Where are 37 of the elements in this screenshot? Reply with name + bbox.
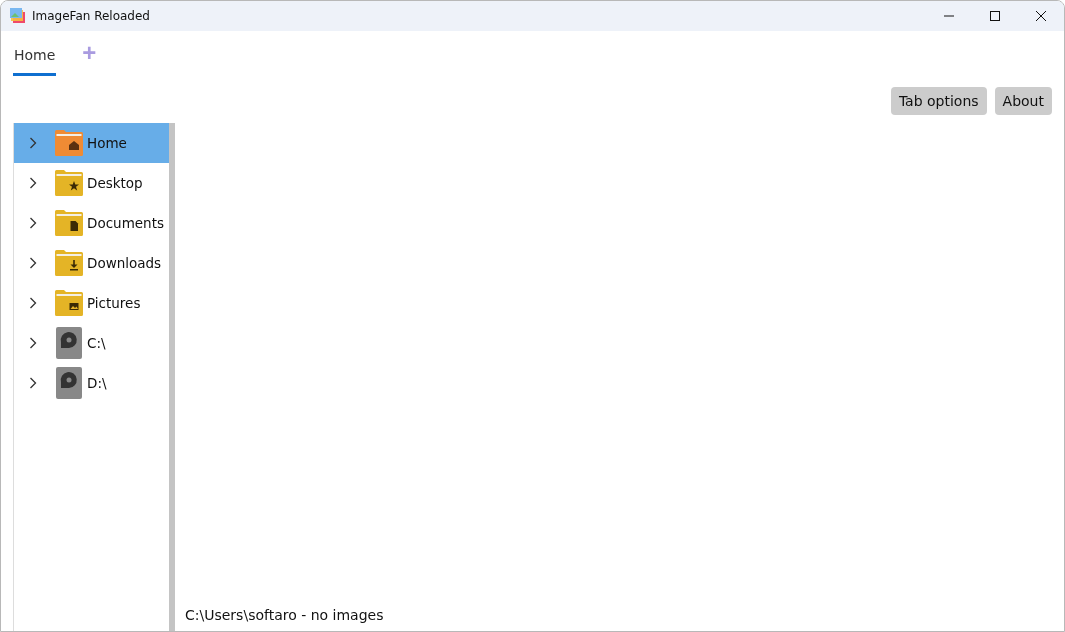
chevron-icon[interactable] (29, 377, 37, 389)
window-title: ImageFan Reloaded (32, 9, 150, 23)
chevron-icon[interactable] (29, 297, 37, 309)
tab-options-button[interactable]: Tab options (890, 87, 987, 115)
home-folder-icon (55, 130, 83, 156)
chevron-icon[interactable] (29, 177, 37, 189)
app-logo-icon (10, 8, 26, 24)
chevron-icon[interactable] (29, 257, 37, 269)
close-icon (1036, 11, 1046, 21)
tree-item[interactable]: Pictures (14, 283, 169, 323)
tree-item[interactable]: D:\ (14, 363, 169, 403)
tree-item-label: Downloads (87, 255, 162, 271)
scrollbar[interactable] (169, 123, 175, 631)
download-folder-icon (55, 250, 83, 276)
tree-item-label: D:\ (87, 375, 107, 391)
tree-item[interactable]: Downloads (14, 243, 169, 283)
status-text: C:\Users\softaro - no images (185, 607, 385, 623)
chevron-icon[interactable] (29, 217, 37, 229)
maximize-icon (990, 11, 1000, 21)
picture-folder-icon (55, 290, 83, 316)
tree-item-label: Desktop (87, 175, 143, 191)
tree-item-label: Home (87, 135, 127, 151)
tree-item[interactable]: C:\ (14, 323, 169, 363)
about-button[interactable]: About (994, 87, 1052, 115)
tree-item-label: C:\ (87, 335, 106, 351)
tree-item[interactable]: Home (14, 123, 169, 163)
tree-item-label: Pictures (87, 295, 141, 311)
document-folder-icon (55, 210, 83, 236)
star-folder-icon (55, 170, 83, 196)
tree-item[interactable]: Documents (14, 203, 169, 243)
chevron-icon[interactable] (29, 337, 37, 349)
tree-item[interactable]: Desktop (14, 163, 169, 203)
tab[interactable]: Home (13, 43, 57, 76)
drive-icon (56, 327, 82, 359)
drive-icon (56, 367, 82, 399)
tree-item-label: Documents (87, 215, 164, 231)
chevron-icon[interactable] (29, 137, 37, 149)
